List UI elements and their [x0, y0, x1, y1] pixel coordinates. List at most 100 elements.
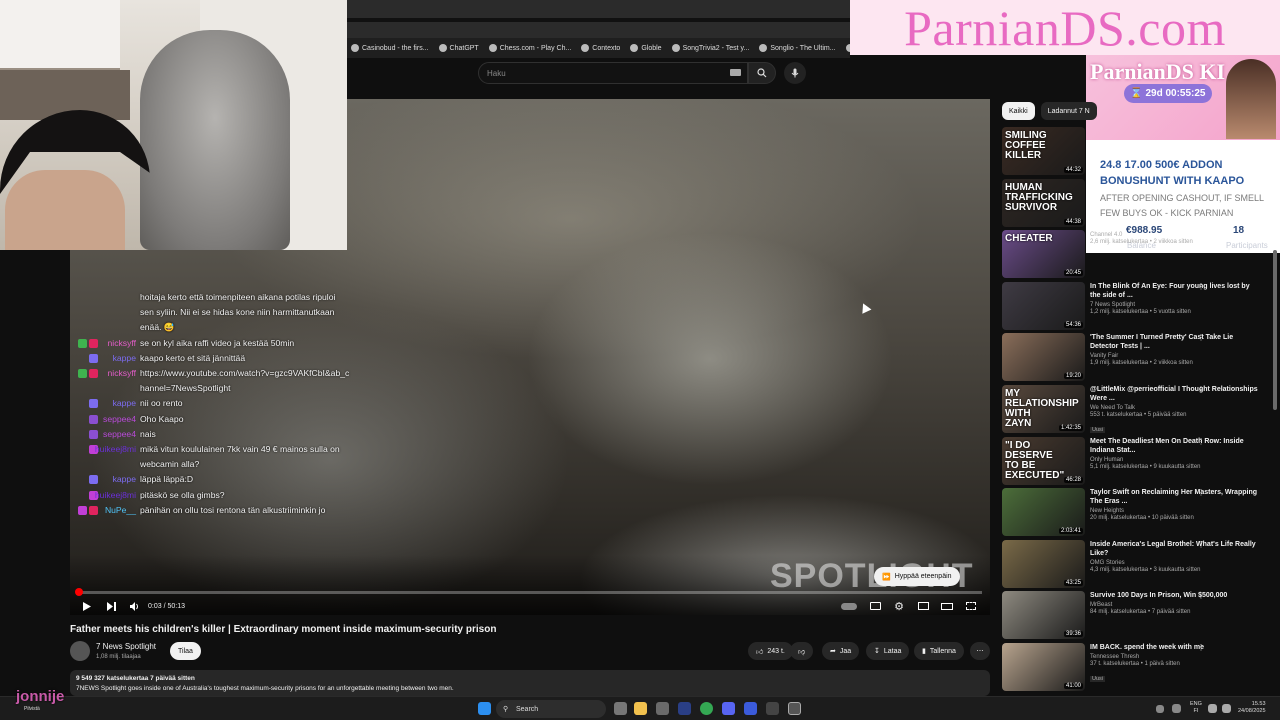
- wifi-icon[interactable]: [1208, 704, 1217, 713]
- download-button[interactable]: ↧ Lataa: [866, 642, 910, 660]
- video-thumbnail[interactable]: MY RELATIONSHIP WITH ZAYN 1:42:35: [1002, 385, 1085, 433]
- keyboard-icon[interactable]: [730, 69, 741, 76]
- discord-icon[interactable]: [722, 702, 735, 715]
- fullscreen-button[interactable]: [964, 597, 978, 615]
- video-channel[interactable]: Channel 4.0: [1090, 232, 1260, 238]
- recommended-video[interactable]: 43:25 Inside America's Legal Brothel: Wha…: [1002, 539, 1272, 588]
- video-title[interactable]: Inside America's Legal Brothel: What's L…: [1090, 540, 1260, 558]
- windows-start-icon[interactable]: [478, 702, 491, 715]
- video-channel[interactable]: Vanity Fair: [1090, 353, 1260, 359]
- recommended-video[interactable]: HUMAN TRAFFICKING SURVIVOR 44:38: [1002, 178, 1272, 227]
- more-options-icon[interactable]: ⋮: [1197, 591, 1205, 600]
- file-explorer-icon[interactable]: [634, 702, 647, 715]
- video-title[interactable]: 'The Summer I Turned Pretty' Cast Take L…: [1090, 333, 1260, 351]
- chip-uploaded-by[interactable]: Ladannut 7 N: [1040, 102, 1097, 120]
- more-options-icon[interactable]: ⋮: [1197, 488, 1205, 497]
- bookmark-item[interactable]: Chess.com - Play Ch...: [488, 44, 571, 52]
- recommended-video[interactable]: 19:20 'The Summer I Turned Pretty' Cast T…: [1002, 333, 1272, 382]
- progress-bar[interactable]: [74, 588, 982, 596]
- chip-all[interactable]: Kaikki: [1002, 102, 1035, 120]
- video-thumbnail[interactable]: "I DO DESERVE TO BE EXECUTED" 46:28: [1002, 436, 1085, 485]
- video-title[interactable]: Survive 100 Days In Prison, Win $500,000: [1090, 591, 1260, 600]
- video-thumbnail[interactable]: HUMAN TRAFFICKING SURVIVOR 44:38: [1002, 178, 1085, 227]
- video-channel[interactable]: 7 News Spotlight: [1090, 302, 1260, 308]
- scrollbar[interactable]: [1273, 250, 1277, 410]
- recommended-video[interactable]: 54:36 In The Blink Of An Eye: Four young …: [1002, 281, 1272, 330]
- subtitles-button[interactable]: [868, 597, 882, 615]
- more-options-icon[interactable]: ⋮: [1197, 540, 1205, 549]
- video-title[interactable]: Taylor Swift on Reclaiming Her Masters, …: [1090, 488, 1260, 506]
- app-l-icon[interactable]: [678, 702, 691, 715]
- chat-username[interactable]: seppee4: [103, 412, 136, 427]
- volume-button[interactable]: [128, 597, 142, 615]
- recommended-video[interactable]: SMILING COFFEE KILLER 44:32: [1002, 127, 1272, 175]
- more-options-icon[interactable]: ⋮: [1197, 437, 1205, 446]
- chat-username[interactable]: kappe: [113, 351, 136, 366]
- more-options-icon[interactable]: ⋮: [1197, 385, 1205, 394]
- chat-username[interactable]: nicksyff: [108, 366, 137, 381]
- tray-chevron-icon[interactable]: [1156, 705, 1164, 713]
- like-button[interactable]: 👍︎ 243 t.: [748, 642, 793, 660]
- bookmark-item[interactable]: ChatGPT: [438, 44, 479, 52]
- theater-button[interactable]: [940, 597, 954, 615]
- video-channel[interactable]: We Need To Talk: [1090, 405, 1260, 411]
- share-button[interactable]: ➦ Jaa: [822, 642, 860, 660]
- more-options-icon[interactable]: ⋮: [1197, 643, 1205, 652]
- video-thumbnail[interactable]: SMILING COFFEE KILLER 44:32: [1002, 127, 1085, 175]
- store-icon[interactable]: [656, 702, 669, 715]
- video-thumbnail[interactable]: 39:36: [1002, 591, 1085, 640]
- progress-scrubber[interactable]: [74, 588, 83, 596]
- video-channel[interactable]: New Heights: [1090, 508, 1260, 514]
- task-view-icon[interactable]: [614, 702, 627, 715]
- recommended-video[interactable]: 2:03:41 Taylor Swift on Reclaiming Her Ma…: [1002, 488, 1272, 537]
- play-button[interactable]: [80, 597, 94, 615]
- bookmark-item[interactable]: Casinobud - the firs...: [351, 44, 429, 52]
- bookmark-item[interactable]: Songlio - The Ultim...: [759, 44, 836, 52]
- save-button[interactable]: ▮ Tallenna: [914, 642, 964, 660]
- more-options-icon[interactable]: ⋮: [1197, 282, 1205, 291]
- chat-username[interactable]: huikeej8mi: [95, 442, 136, 457]
- chat-username[interactable]: kappe: [113, 396, 136, 411]
- search-button[interactable]: [748, 62, 776, 84]
- app-icon[interactable]: [744, 702, 757, 715]
- channel-avatar[interactable]: [70, 641, 90, 661]
- app-c-icon[interactable]: [766, 702, 779, 715]
- chat-username[interactable]: nicksyff: [108, 336, 137, 351]
- video-channel[interactable]: OMG Stories: [1090, 560, 1260, 566]
- search-input[interactable]: Haku: [478, 62, 748, 84]
- video-title[interactable]: IM BACK. spend the week with me: [1090, 643, 1260, 652]
- chat-username[interactable]: seppee4: [103, 427, 136, 442]
- more-actions-button[interactable]: ⋯: [970, 642, 990, 660]
- subscribe-button[interactable]: Tilaa: [170, 642, 201, 660]
- dislike-button[interactable]: 👎︎: [790, 642, 814, 660]
- chrome-icon[interactable]: [700, 702, 713, 715]
- video-thumbnail[interactable]: 54:36: [1002, 281, 1085, 330]
- video-thumbnail[interactable]: 19:20: [1002, 333, 1085, 382]
- speaker-icon[interactable]: [1222, 704, 1231, 713]
- video-thumbnail[interactable]: 2:03:41: [1002, 488, 1085, 537]
- chat-username[interactable]: huikeej8mi: [95, 488, 136, 503]
- video-thumbnail[interactable]: CHEATER 20:45: [1002, 230, 1085, 279]
- more-options-icon[interactable]: ⋮: [1197, 333, 1205, 342]
- recommended-video[interactable]: "I DO DESERVE TO BE EXECUTED" 46:28 Meet T…: [1002, 436, 1272, 485]
- miniplayer-button[interactable]: [916, 597, 930, 615]
- obs-icon[interactable]: [788, 702, 801, 715]
- bookmark-item[interactable]: Contexto: [581, 44, 620, 52]
- taskbar-search[interactable]: ⚲ Search: [496, 700, 606, 718]
- channel-name[interactable]: 7 News Spotlight: [96, 642, 156, 651]
- video-title[interactable]: Meet The Deadliest Men On Death Row: Ins…: [1090, 437, 1260, 455]
- next-button[interactable]: [104, 597, 118, 615]
- video-channel[interactable]: MrBeast: [1090, 602, 1260, 608]
- voice-search-button[interactable]: [784, 62, 806, 84]
- chat-username[interactable]: NuPe__: [105, 503, 136, 518]
- tray-app-icon[interactable]: [1172, 704, 1181, 713]
- video-channel[interactable]: Only Human: [1090, 457, 1260, 463]
- video-thumbnail[interactable]: 41:00: [1002, 643, 1085, 691]
- video-channel[interactable]: Tennessee Thresh: [1090, 654, 1260, 660]
- video-thumbnail[interactable]: 43:25: [1002, 539, 1085, 588]
- video-title[interactable]: @LittleMix @perrieofficial I Thought Rel…: [1090, 385, 1260, 403]
- recommended-video[interactable]: 41:00 IM BACK. spend the week with me Tenn…: [1002, 643, 1272, 691]
- video-title[interactable]: In The Blink Of An Eye: Four young lives…: [1090, 282, 1260, 300]
- skip-forward-button[interactable]: ⏩ Hyppää eteenpäin: [874, 567, 960, 586]
- language-indicator[interactable]: ENG FI: [1190, 701, 1202, 715]
